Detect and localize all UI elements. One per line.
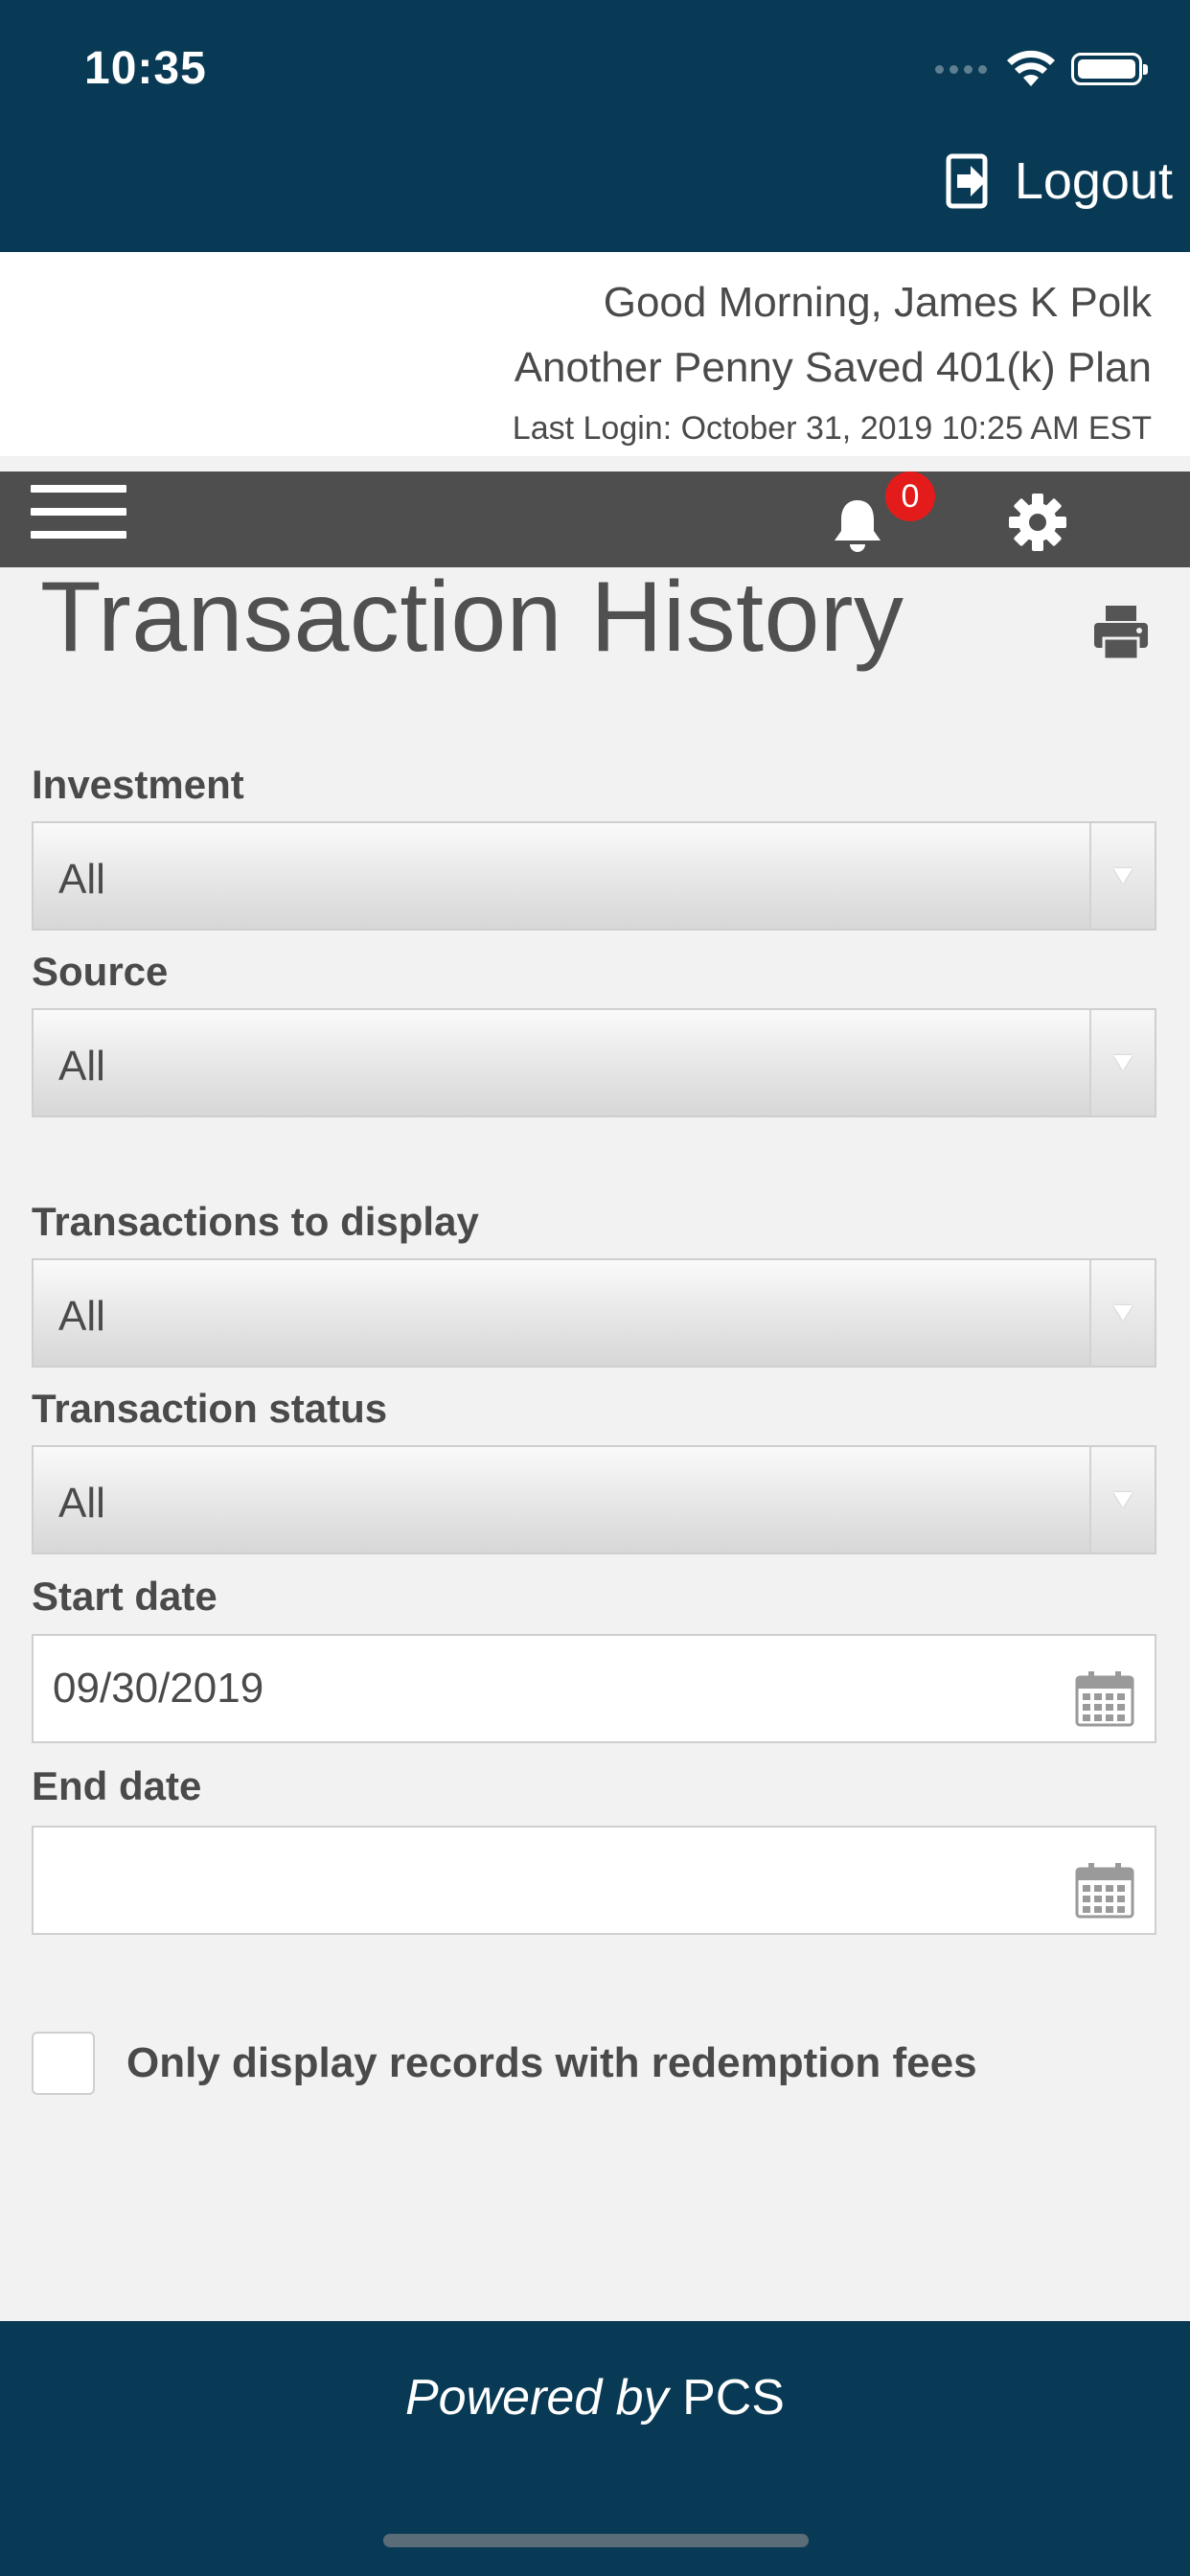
powered-by-prefix: Powered by xyxy=(405,2370,669,2426)
transactions-to-display-value: All xyxy=(58,1293,105,1340)
cellular-signal-icon xyxy=(935,64,987,74)
status-icons xyxy=(935,50,1148,88)
footer: Powered by PCS xyxy=(0,2321,1190,2576)
end-date-label: End date xyxy=(32,1763,202,1808)
logout-button[interactable]: Logout xyxy=(946,151,1173,211)
chevron-down-icon[interactable] xyxy=(1089,1260,1155,1366)
brand-name: PCS xyxy=(682,2370,785,2426)
plan-name: Another Penny Saved 401(k) Plan xyxy=(514,344,1152,391)
calendar-icon[interactable] xyxy=(1075,1861,1134,1919)
gear-icon[interactable] xyxy=(1006,491,1069,554)
wifi-icon xyxy=(1007,50,1055,86)
logout-label: Logout xyxy=(1014,152,1173,210)
end-date-input[interactable] xyxy=(32,1826,1156,1935)
chevron-down-icon[interactable] xyxy=(1089,1447,1155,1552)
redemption-fees-label[interactable]: Only display records with redemption fee… xyxy=(126,2039,977,2087)
source-value: All xyxy=(58,1043,105,1090)
redemption-fees-checkbox[interactable] xyxy=(32,2032,95,2095)
battery-icon xyxy=(1071,53,1148,85)
printer-icon[interactable] xyxy=(1092,604,1150,661)
home-indicator[interactable] xyxy=(383,2534,809,2547)
transaction-status-value: All xyxy=(58,1480,105,1527)
source-select[interactable]: All xyxy=(32,1008,1156,1117)
top-header: 10:35 Logout xyxy=(0,0,1190,252)
greeting-panel: Good Morning, James K Polk Another Penny… xyxy=(0,252,1190,456)
status-time: 10:35 xyxy=(84,43,207,94)
source-label: Source xyxy=(32,949,169,994)
transaction-status-label: Transaction status xyxy=(32,1386,388,1431)
start-date-label: Start date xyxy=(32,1574,217,1619)
last-login: Last Login: October 31, 2019 10:25 AM ES… xyxy=(512,410,1152,447)
page-title: Transaction History xyxy=(40,562,904,673)
start-date-input[interactable] xyxy=(32,1634,1156,1743)
investment-select[interactable]: All xyxy=(32,821,1156,931)
bell-icon[interactable] xyxy=(830,496,885,554)
chevron-down-icon[interactable] xyxy=(1089,823,1155,929)
transactions-to-display-label: Transactions to display xyxy=(32,1199,479,1244)
greeting-text: Good Morning, James K Polk xyxy=(603,279,1152,326)
transactions-to-display-select[interactable]: All xyxy=(32,1258,1156,1368)
nav-bar: 0 xyxy=(0,472,1190,567)
menu-icon[interactable] xyxy=(31,485,126,542)
logout-icon xyxy=(946,153,988,209)
notification-badge[interactable]: 0 xyxy=(885,472,935,521)
chevron-down-icon[interactable] xyxy=(1089,1010,1155,1116)
powered-by: Powered by PCS xyxy=(0,2369,1190,2426)
investment-value: All xyxy=(58,856,105,903)
investment-label: Investment xyxy=(32,762,244,807)
transaction-status-select[interactable]: All xyxy=(32,1445,1156,1554)
calendar-icon[interactable] xyxy=(1075,1669,1134,1727)
